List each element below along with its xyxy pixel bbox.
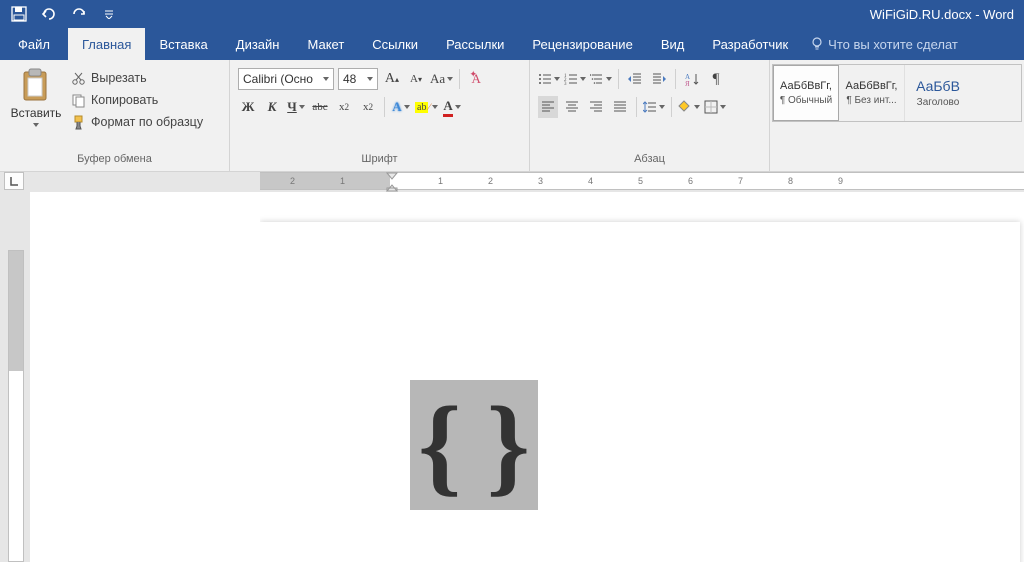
paste-button[interactable]: Вставить bbox=[6, 64, 66, 149]
numbering-button[interactable]: 123 bbox=[564, 68, 586, 90]
multilevel-list-button[interactable] bbox=[590, 68, 612, 90]
line-spacing-button[interactable] bbox=[643, 96, 665, 118]
vertical-ruler[interactable] bbox=[8, 250, 24, 562]
cut-label: Вырезать bbox=[91, 71, 147, 85]
title-bar: WiFiGiD.RU.docx - Word bbox=[0, 0, 1024, 28]
tab-insert[interactable]: Вставка bbox=[145, 28, 221, 60]
ribbon-tabs: Файл Главная Вставка Дизайн Макет Ссылки… bbox=[0, 28, 1024, 60]
group-clipboard-label: Буфер обмена bbox=[0, 153, 229, 171]
horizontal-ruler[interactable]: 2 1 1 2 3 4 5 6 7 8 9 bbox=[260, 172, 1024, 190]
align-right-button[interactable] bbox=[586, 96, 606, 118]
page[interactable]: { } bbox=[260, 222, 1020, 562]
scissors-icon bbox=[70, 70, 86, 86]
clipboard-icon bbox=[20, 68, 52, 102]
style-normal[interactable]: АаБбВвГг, ¶ Обычный bbox=[773, 65, 839, 121]
brace-close: } bbox=[487, 390, 530, 500]
group-paragraph: 123 AЯ ¶ bbox=[530, 60, 770, 171]
text-effects-button[interactable]: A bbox=[391, 96, 411, 118]
tab-layout[interactable]: Макет bbox=[293, 28, 358, 60]
tab-review[interactable]: Рецензирование bbox=[518, 28, 646, 60]
paintbrush-icon bbox=[70, 114, 86, 130]
tab-file[interactable]: Файл bbox=[0, 28, 68, 60]
tab-home[interactable]: Главная bbox=[68, 28, 145, 60]
brace-open: { bbox=[418, 390, 461, 500]
document-viewport: { } bbox=[260, 192, 1024, 562]
increase-indent-button[interactable] bbox=[649, 68, 669, 90]
indent-marker-icon[interactable] bbox=[386, 172, 400, 192]
svg-text:3: 3 bbox=[564, 82, 567, 86]
tab-references[interactable]: Ссылки bbox=[358, 28, 432, 60]
group-paragraph-label: Абзац bbox=[530, 153, 769, 171]
font-size-value: 48 bbox=[343, 72, 356, 86]
lightbulb-icon bbox=[810, 37, 824, 51]
shrink-font-button[interactable]: A▾ bbox=[406, 68, 426, 90]
font-size-combo[interactable]: 48 bbox=[338, 68, 378, 90]
horizontal-ruler-row: 2 1 1 2 3 4 5 6 7 8 9 bbox=[30, 172, 1024, 192]
justify-button[interactable] bbox=[610, 96, 630, 118]
font-color-button[interactable]: A bbox=[442, 96, 462, 118]
align-left-button[interactable] bbox=[538, 96, 558, 118]
group-font-label: Шрифт bbox=[230, 153, 529, 171]
italic-button[interactable]: К bbox=[262, 96, 282, 118]
tell-me-label: Что вы хотите сделат bbox=[828, 37, 958, 52]
tab-developer[interactable]: Разработчик bbox=[698, 28, 802, 60]
grow-font-button[interactable]: A▴ bbox=[382, 68, 402, 90]
strikethrough-button[interactable]: abc bbox=[310, 96, 330, 118]
group-font: Calibri (Осно 48 A▴ A▾ Aa A✦ Ж К bbox=[230, 60, 530, 171]
tab-view[interactable]: Вид bbox=[647, 28, 699, 60]
tab-selector[interactable] bbox=[4, 172, 24, 190]
align-center-button[interactable] bbox=[562, 96, 582, 118]
show-marks-button[interactable]: ¶ bbox=[706, 68, 726, 90]
subscript-button[interactable]: x2 bbox=[334, 96, 354, 118]
bullets-button[interactable] bbox=[538, 68, 560, 90]
underline-button[interactable]: Ч bbox=[286, 96, 306, 118]
shading-button[interactable] bbox=[678, 96, 700, 118]
group-clipboard: Вставить Вырезать Копировать Формат по о… bbox=[0, 60, 230, 171]
decrease-indent-button[interactable] bbox=[625, 68, 645, 90]
styles-gallery[interactable]: АаБбВвГг, ¶ Обычный АаБбВвГг, ¶ Без инт.… bbox=[772, 64, 1022, 122]
ribbon: Вставить Вырезать Копировать Формат по о… bbox=[0, 60, 1024, 172]
cut-button[interactable]: Вырезать bbox=[70, 70, 203, 86]
paste-label: Вставить bbox=[11, 106, 62, 120]
format-painter-label: Формат по образцу bbox=[91, 115, 203, 129]
highlight-button[interactable]: ab∕ bbox=[415, 96, 438, 118]
copy-label: Копировать bbox=[91, 93, 158, 107]
tell-me-search[interactable]: Что вы хотите сделат bbox=[810, 28, 958, 60]
tab-mailings[interactable]: Рассылки bbox=[432, 28, 518, 60]
font-name-value: Calibri (Осно bbox=[243, 72, 313, 86]
format-painter-button[interactable]: Формат по образцу bbox=[70, 114, 203, 130]
superscript-button[interactable]: x2 bbox=[358, 96, 378, 118]
change-case-button[interactable]: Aa bbox=[430, 68, 453, 90]
svg-text:Я: Я bbox=[685, 80, 690, 86]
tab-design[interactable]: Дизайн bbox=[222, 28, 294, 60]
window-title: WiFiGiD.RU.docx - Word bbox=[0, 7, 1024, 22]
copy-button[interactable]: Копировать bbox=[70, 92, 203, 108]
sort-button[interactable]: AЯ bbox=[682, 68, 702, 90]
copy-icon bbox=[70, 92, 86, 108]
equation-placeholder[interactable]: { } bbox=[410, 380, 538, 510]
style-heading1[interactable]: АаБбВ Заголово bbox=[905, 65, 971, 121]
font-name-combo[interactable]: Calibri (Осно bbox=[238, 68, 334, 90]
clear-formatting-button[interactable]: A✦ bbox=[466, 68, 486, 90]
borders-button[interactable] bbox=[704, 96, 726, 118]
vertical-ruler-gutter bbox=[0, 172, 30, 562]
style-no-spacing[interactable]: АаБбВвГг, ¶ Без инт... bbox=[839, 65, 905, 121]
group-styles: АаБбВвГг, ¶ Обычный АаБбВвГг, ¶ Без инт.… bbox=[770, 60, 1024, 171]
bold-button[interactable]: Ж bbox=[238, 96, 258, 118]
